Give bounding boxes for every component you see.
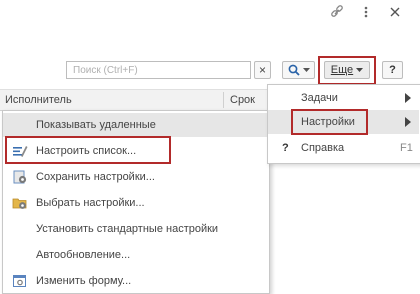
table-header: Исполнитель Срок — [0, 89, 270, 111]
clear-search-button[interactable]: × — [254, 61, 271, 79]
menu-item-autorefresh[interactable]: Автообновление... — [3, 243, 267, 267]
help-icon: ? — [282, 142, 289, 154]
settings-highlight — [291, 109, 368, 135]
menu-item-label: Автообновление... — [36, 249, 131, 261]
menu-item-label: Показывать удаленные — [36, 119, 156, 131]
menu-item-change-form[interactable]: Изменить форму... — [3, 269, 267, 293]
menu-item-label: Изменить форму... — [36, 275, 132, 287]
menu-item-standard-settings[interactable]: Установить стандартные настройки — [3, 217, 267, 241]
configure-list-highlight — [5, 136, 171, 164]
submenu-item-label: Справка — [301, 142, 345, 154]
chevron-right-icon — [405, 93, 411, 103]
chevron-right-icon — [405, 117, 411, 127]
more-vertical-icon[interactable] — [356, 2, 376, 22]
search-icon — [288, 64, 300, 76]
submenu-item-label: Задачи — [301, 92, 338, 104]
clear-icon: × — [258, 63, 266, 77]
submenu-item-tasks[interactable]: Задачи — [268, 86, 419, 110]
help-button[interactable]: ? — [382, 61, 403, 79]
help-label: ? — [389, 64, 396, 76]
menu-item-label: Установить стандартные настройки — [36, 223, 219, 235]
menu-item-label: Выбрать настройки... — [36, 197, 145, 209]
column-divider — [223, 92, 224, 108]
menu-item-choose-settings[interactable]: Выбрать настройки... — [3, 191, 267, 215]
column-executor[interactable]: Исполнитель — [5, 94, 72, 106]
change-form-icon — [12, 273, 28, 289]
chevron-down-icon — [302, 67, 310, 72]
close-icon[interactable] — [385, 2, 405, 22]
search-placeholder: Поиск (Ctrl+F) — [73, 65, 138, 76]
search-input[interactable]: Поиск (Ctrl+F) — [66, 61, 251, 79]
choose-settings-icon — [12, 195, 28, 211]
save-settings-icon — [12, 169, 28, 185]
submenu-item-shortcut: F1 — [400, 142, 413, 154]
search-button[interactable] — [282, 61, 315, 79]
menu-item-show-deleted[interactable]: Показывать удаленные — [3, 113, 267, 137]
more-button-highlight — [318, 56, 376, 85]
menu-item-label: Сохранить настройки... — [36, 171, 155, 183]
link-icon[interactable] — [327, 2, 347, 22]
menu-item-save-settings[interactable]: Сохранить настройки... — [3, 165, 267, 189]
submenu-item-help[interactable]: ? Справка F1 — [268, 136, 419, 160]
column-deadline[interactable]: Срок — [230, 94, 255, 106]
